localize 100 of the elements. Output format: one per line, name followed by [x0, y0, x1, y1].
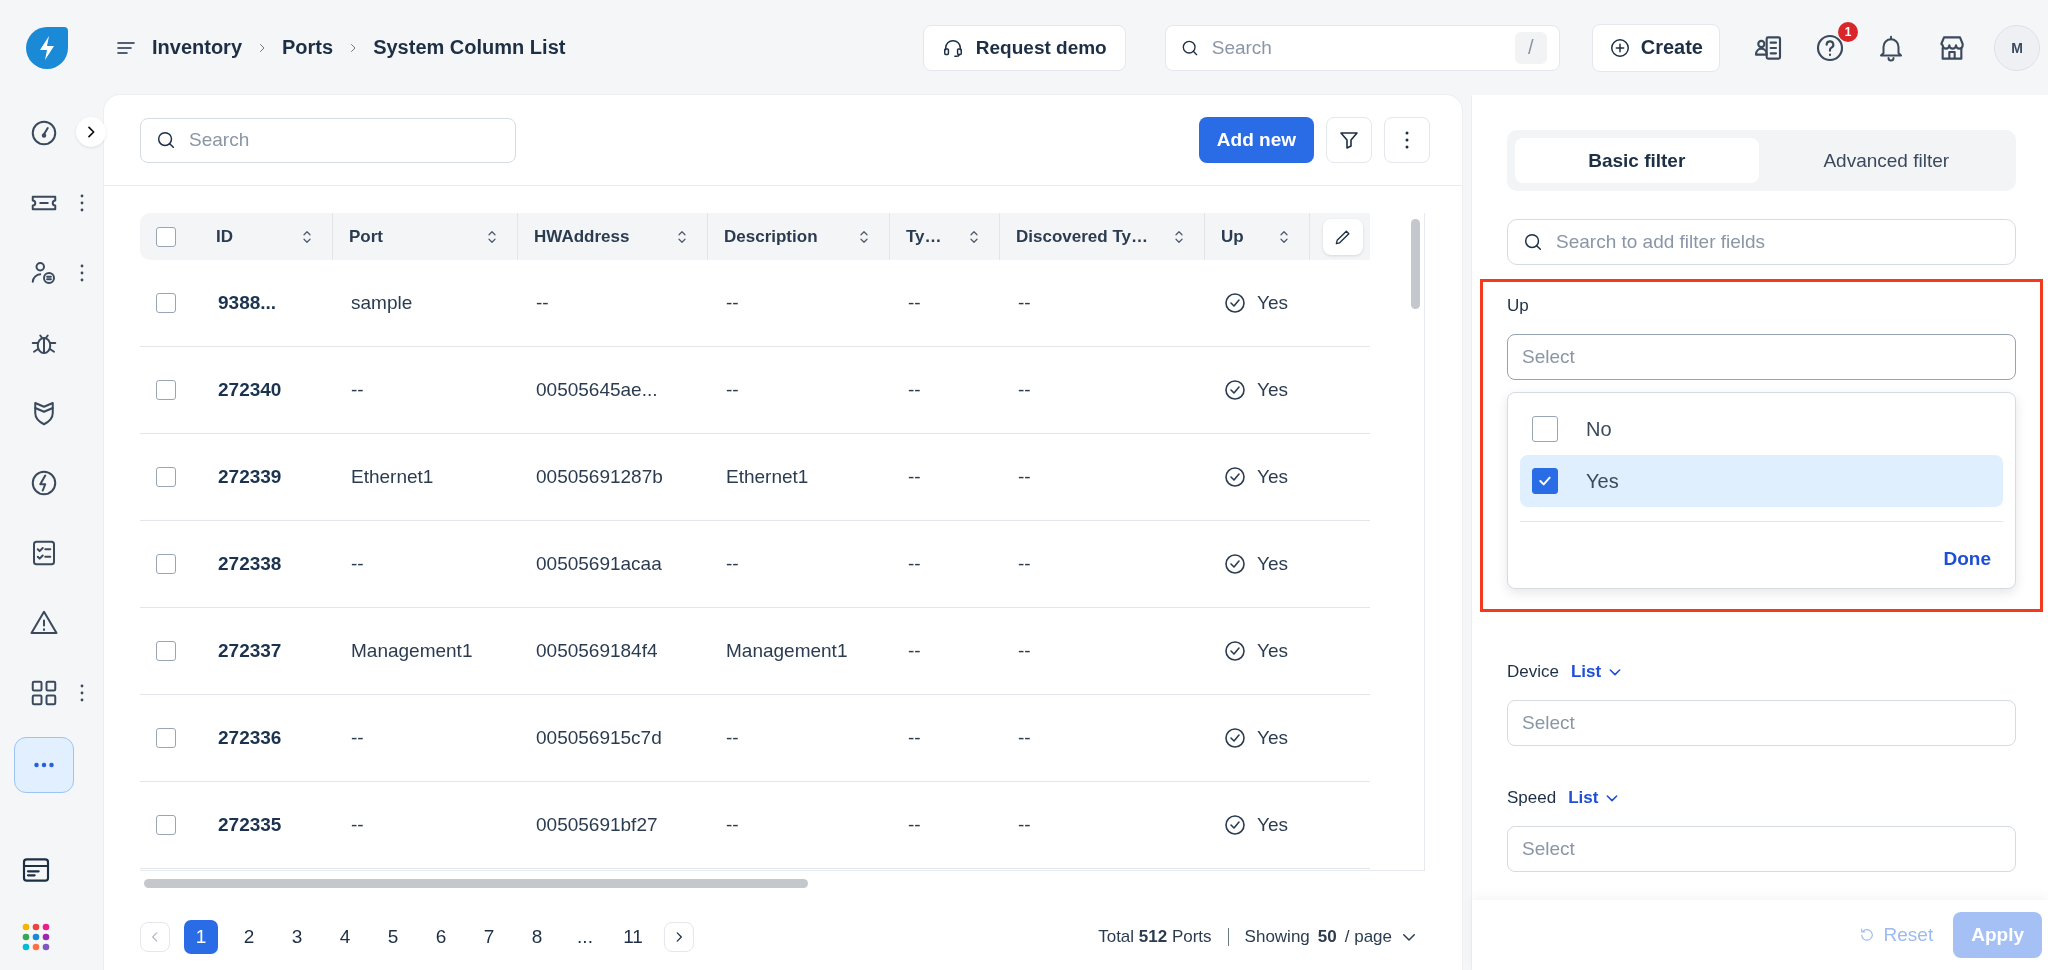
table-cell: --: [726, 814, 739, 835]
total-count: Total 512 Ports: [1098, 927, 1212, 947]
table-cell: --: [351, 727, 364, 748]
kebab-icon: [1405, 130, 1409, 150]
plus-circle-icon: [1608, 36, 1631, 59]
column-header[interactable]: Port: [349, 226, 383, 247]
breadcrumb-link[interactable]: Ports: [282, 36, 334, 59]
done-button[interactable]: Done: [1943, 548, 1991, 570]
table-cell: --: [351, 814, 364, 835]
field-label: Device: [1507, 662, 1559, 682]
create-button[interactable]: Create: [1591, 23, 1720, 72]
table-cell: 00505645ae...: [536, 379, 658, 400]
gauge-icon: [29, 118, 59, 148]
table-cell: 005056915c7d: [536, 727, 662, 748]
notification-badge: 1: [1838, 21, 1858, 42]
check-circle-icon: [1223, 726, 1247, 750]
page-button[interactable]: 11: [616, 920, 650, 954]
mode-dropdown[interactable]: List: [1570, 662, 1624, 682]
request-demo-button[interactable]: Request demo: [922, 24, 1126, 71]
row-checkbox[interactable]: [156, 380, 176, 400]
page-button[interactable]: 5: [376, 920, 410, 954]
page-button[interactable]: 8: [520, 920, 554, 954]
logo-icon[interactable]: [24, 24, 70, 71]
table-cell: Ethernet1: [351, 466, 434, 487]
row-checkbox[interactable]: [156, 293, 176, 313]
id-link[interactable]: 272340: [218, 379, 282, 400]
mode-dropdown[interactable]: List: [1568, 788, 1621, 808]
table-cell: --: [1018, 814, 1031, 835]
page-button[interactable]: 2: [232, 920, 266, 954]
row-checkbox[interactable]: [156, 728, 176, 748]
table-cell: sample: [351, 292, 413, 313]
breadcrumb-link[interactable]: Inventory: [152, 36, 243, 59]
horizontal-scrollbar[interactable]: [144, 879, 808, 888]
filter-tab[interactable]: Advanced filter: [1764, 138, 2008, 183]
expand-sidebar-button[interactable]: [76, 117, 106, 147]
filter-button[interactable]: [1326, 117, 1372, 163]
table-cell: 0050569184f4: [536, 640, 658, 661]
table-cell: Yes: [1257, 553, 1288, 575]
column-header[interactable]: Ty…: [906, 226, 942, 247]
id-link[interactable]: 272336: [218, 727, 282, 748]
kebab-icon[interactable]: [80, 194, 84, 212]
page-button[interactable]: 7: [472, 920, 506, 954]
id-link[interactable]: 272337: [218, 640, 282, 661]
check-circle-icon: [1223, 552, 1247, 576]
check-circle-icon: [1223, 378, 1247, 402]
table-cell: --: [1018, 379, 1031, 400]
vertical-scrollbar[interactable]: [1411, 219, 1420, 309]
select-all-checkbox[interactable]: [156, 226, 176, 247]
column-header[interactable]: Up: [1221, 226, 1244, 247]
page-button[interactable]: 1: [184, 920, 218, 954]
table-cell: --: [726, 727, 739, 748]
row-checkbox[interactable]: [156, 815, 176, 835]
id-link[interactable]: 272339: [218, 466, 282, 487]
column-header[interactable]: ID: [216, 226, 233, 247]
page-button[interactable]: 4: [328, 920, 362, 954]
table-cell: Yes: [1257, 640, 1288, 662]
id-link[interactable]: 9388...: [218, 292, 277, 313]
edit-columns-button[interactable]: [1323, 219, 1363, 255]
more-icon: [33, 762, 55, 768]
apps-icon[interactable]: [21, 922, 51, 952]
user-avatar[interactable]: M: [1994, 24, 2040, 71]
grid-icon: [29, 678, 59, 708]
page-button[interactable]: 6: [424, 920, 458, 954]
check-circle-icon: [1223, 291, 1247, 315]
kebab-icon[interactable]: [80, 684, 84, 702]
add-new-button[interactable]: Add new: [1198, 117, 1314, 163]
breadcrumb-link[interactable]: System Column List: [373, 36, 566, 59]
table-cell: --: [908, 640, 921, 661]
kebab-icon[interactable]: [80, 264, 84, 282]
row-checkbox[interactable]: [156, 467, 176, 487]
filter-tab[interactable]: Basic filter: [1515, 138, 1759, 183]
page-button[interactable]: 3: [280, 920, 314, 954]
table-cell: --: [1018, 640, 1031, 661]
table-cell: 00505691bf27: [536, 814, 658, 835]
table-cell: --: [908, 727, 921, 748]
table-cell: --: [1018, 727, 1031, 748]
check-circle-icon: [1223, 465, 1247, 489]
page-size-selector[interactable]: Showing 50 / page: [1244, 927, 1418, 947]
search-icon: [1522, 231, 1544, 253]
bolt-circle-icon: [29, 468, 59, 498]
table-cell: --: [908, 379, 921, 400]
table-cell: --: [351, 553, 364, 574]
dropdown-option[interactable]: Yes: [1520, 455, 2003, 507]
field-label: Speed: [1507, 788, 1557, 808]
table-cell: Yes: [1257, 379, 1288, 401]
row-checkbox[interactable]: [156, 554, 176, 574]
table-cell: --: [726, 553, 739, 574]
table-cell: Management1: [351, 640, 473, 661]
table-cell: Yes: [1257, 727, 1288, 749]
row-checkbox[interactable]: [156, 641, 176, 661]
table-cell: --: [726, 292, 739, 313]
table-cell: --: [908, 466, 921, 487]
id-link[interactable]: 272335: [218, 814, 282, 835]
dropdown-option[interactable]: No: [1520, 403, 2003, 455]
table-cell: --: [1018, 466, 1031, 487]
id-link[interactable]: 272338: [218, 553, 282, 574]
table-cell: --: [351, 379, 364, 400]
table-cell: --: [536, 292, 549, 313]
field-label: Up: [1507, 296, 1529, 316]
page-button[interactable]: ...: [568, 920, 602, 954]
